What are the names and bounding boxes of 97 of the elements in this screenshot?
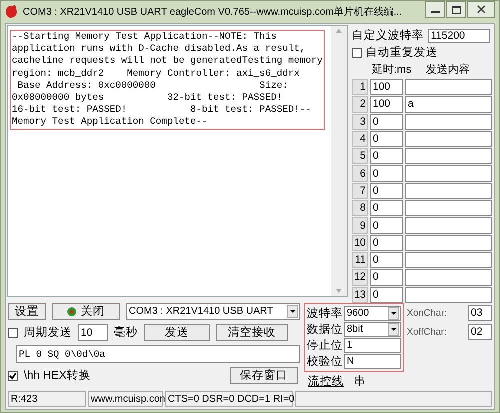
setting-field[interactable]: N (344, 354, 401, 369)
delay-field[interactable]: 0 (370, 165, 403, 182)
save-window-button[interactable]: 保存窗口 (230, 367, 298, 384)
delay-field[interactable]: 0 (370, 234, 403, 251)
delay-field[interactable]: 100 (370, 79, 403, 96)
content-field[interactable] (405, 148, 492, 164)
row-number[interactable]: 10 (352, 234, 368, 251)
close-button[interactable] (467, 1, 495, 18)
clear-button[interactable]: 清空接收 (216, 324, 288, 341)
row-number[interactable]: 7 (352, 182, 368, 200)
output-area[interactable] (7, 25, 348, 297)
content-field[interactable] (405, 182, 492, 200)
output-line: 0x08000000 bytes 32-bit test: PASSED! (12, 92, 284, 104)
output-line: Memory Test Application Complete-- (12, 116, 209, 129)
content-field[interactable] (405, 286, 492, 303)
tab[interactable]: 流控线 (306, 374, 346, 389)
delay-field[interactable]: 0 (370, 200, 403, 216)
delay-field[interactable]: 0 (370, 286, 403, 303)
content-field[interactable] (405, 269, 492, 286)
checkbox[interactable] (352, 48, 362, 58)
column-header: 发送内容 (426, 62, 470, 77)
output-line: --Starting Memory Test Application--NOTE: This (12, 31, 278, 44)
flow-char-label: XoffChar: (407, 326, 447, 338)
send-input-field[interactable]: PL 0 SQ 0\0d\0a (16, 345, 300, 363)
checkbox[interactable] (8, 370, 18, 380)
flow-char-label: XonChar: (407, 308, 448, 318)
custom-baud-field[interactable]: 115200 (428, 28, 490, 42)
delay-field[interactable]: 0 (370, 182, 403, 200)
delay-field[interactable]: 0 (370, 217, 403, 234)
content-field[interactable] (405, 165, 492, 182)
content-field[interactable]: a (405, 96, 492, 113)
row-number[interactable]: 5 (352, 148, 368, 164)
setting-label: 波特率 (307, 306, 343, 321)
check-icon (9, 372, 17, 380)
minimize-button[interactable] (425, 1, 445, 18)
delay-field[interactable]: 100 (370, 96, 403, 113)
row-number[interactable]: 8 (352, 200, 368, 216)
delay-field[interactable]: 0 (370, 114, 403, 130)
row-number[interactable]: 11 (352, 252, 368, 268)
content-field[interactable] (405, 217, 492, 234)
app-icon (5, 5, 18, 19)
settings-button[interactable]: 设置 (8, 303, 46, 320)
delay-field[interactable]: 0 (370, 130, 403, 148)
caret-icon (390, 328, 396, 331)
setting-field[interactable]: 1 (344, 338, 401, 353)
output-line: Base Address: 0xc0000000 Size: (16, 80, 290, 92)
content-field[interactable] (405, 200, 492, 216)
delay-field[interactable]: 0 (370, 252, 403, 268)
scroll-up-icon[interactable] (336, 29, 342, 33)
row-number[interactable]: 6 (352, 165, 368, 182)
port-select[interactable]: COM3 : XR21V1410 USB UART (126, 303, 300, 320)
setting-label: 停止位 (307, 338, 343, 353)
close-icon (476, 5, 486, 14)
content-field[interactable] (405, 79, 492, 96)
auto-repeat-label: 自动重复发送 (366, 46, 438, 60)
row-number[interactable]: 3 (352, 114, 368, 130)
caret-icon (390, 312, 396, 315)
maximize-button[interactable] (446, 1, 466, 18)
periodic-send-label: 周期发送 (24, 326, 72, 340)
output-line: cacheline requests will not be generatedTesting memory (12, 55, 323, 68)
delay-field[interactable]: 0 (370, 148, 403, 164)
tab[interactable]: 串 (352, 374, 368, 389)
checkbox[interactable] (8, 328, 18, 338)
row-number[interactable]: 2 (352, 96, 368, 113)
content-field[interactable] (405, 114, 492, 130)
status-text: CTS=0 DSR=0 DCD=1 RI=0 (165, 391, 293, 407)
content-field[interactable] (405, 130, 492, 148)
setting-select[interactable]: 8bit (344, 322, 401, 337)
send-button[interactable]: 发送 (144, 324, 210, 341)
delay-field[interactable]: 0 (370, 269, 403, 286)
period-unit-label: 毫秒 (114, 325, 138, 340)
row-number[interactable]: 12 (352, 269, 368, 286)
row-number[interactable]: 13 (352, 286, 368, 303)
flow-char-field[interactable]: 02 (468, 324, 492, 340)
hex-convert-label: \hh HEX转换 (24, 368, 91, 383)
window-title: COM3 : XR21V1410 USB UART eagleCom V0.765--www.mcuisp.com单片机在线编... (23, 6, 404, 19)
custom-baud-label: 自定义波特率 (352, 28, 424, 43)
content-field[interactable] (405, 234, 492, 251)
row-number[interactable]: 9 (352, 217, 368, 234)
setting-label: 校验位 (307, 354, 343, 369)
row-number[interactable]: 4 (352, 130, 368, 148)
period-field[interactable]: 10 (78, 324, 108, 341)
content-field[interactable] (405, 252, 492, 268)
setting-select[interactable]: 9600 (344, 306, 401, 321)
scroll-down-icon[interactable] (336, 289, 342, 293)
column-header: 延时:ms (372, 63, 413, 77)
output-line: 16-bit test: PASSED! 8-bit test: PASSED!-- (12, 104, 312, 116)
port-button[interactable]: 关闭 (52, 303, 120, 320)
status-text: R:423 (8, 391, 86, 407)
caret-icon (290, 310, 296, 313)
setting-label: 数据位 (307, 322, 343, 337)
row-number[interactable]: 1 (352, 79, 368, 96)
maximize-icon (452, 6, 460, 14)
output-line: region: mcb_ddr2 Memory Controller: axi_s6_ddrx (12, 68, 301, 80)
status-text: www.mcuisp.con (88, 391, 163, 407)
flow-char-field[interactable]: 03 (468, 305, 492, 321)
output-line: application runs with D-Cache disabled.As a result, (12, 43, 307, 56)
